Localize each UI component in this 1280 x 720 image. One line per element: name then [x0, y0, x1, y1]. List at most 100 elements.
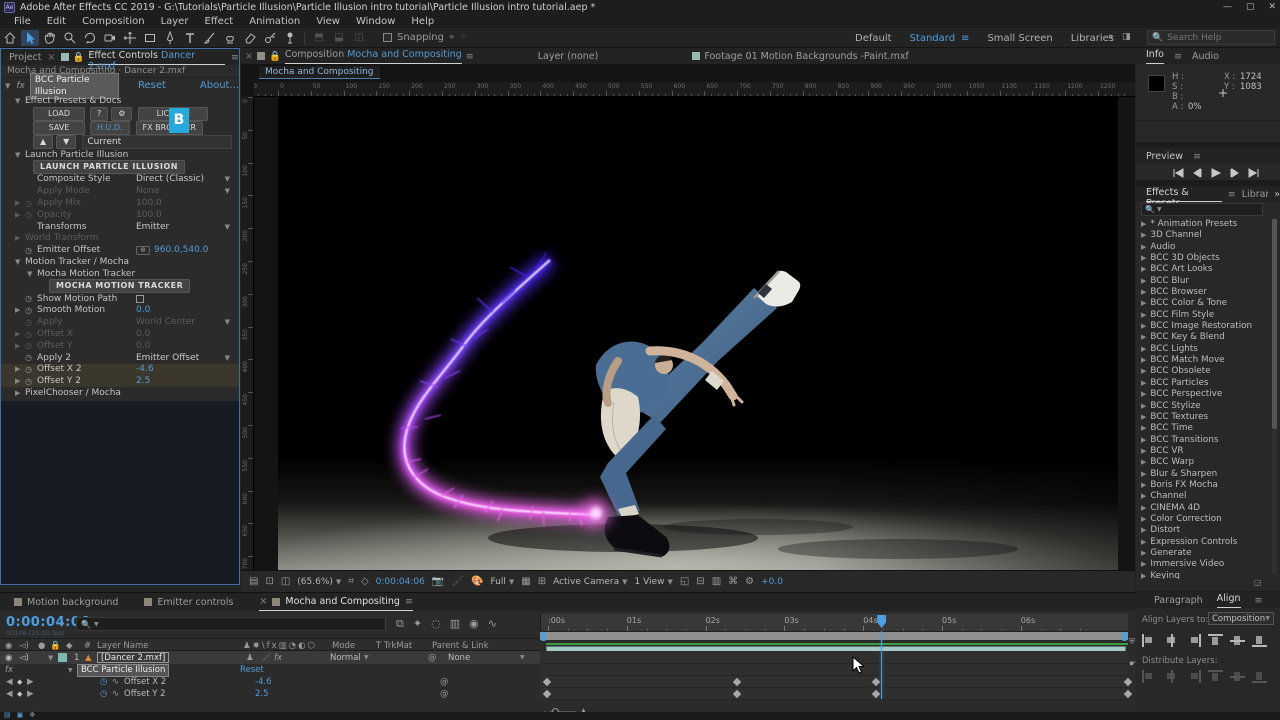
snap-options-icon[interactable]: ⌖ — [449, 32, 455, 43]
group-world-transform[interactable]: ▶World Transform — [1, 233, 239, 245]
action-button-row[interactable]: LAUNCH PARTICLE ILLUSION — [1, 161, 239, 174]
menu-file[interactable]: File — [6, 16, 39, 27]
keyframe-track-y[interactable] — [540, 688, 1128, 700]
distribute-top-button[interactable] — [1208, 670, 1223, 683]
stopwatch-icon[interactable]: ◷ — [25, 377, 37, 386]
keyframe-diamond[interactable] — [872, 678, 880, 686]
timeline-tab-emitter-controls[interactable]: Emitter controls — [144, 593, 233, 611]
chevron-right-icon[interactable]: ▶ — [1141, 311, 1146, 319]
effects-category[interactable]: ▶BCC Obsolete — [1139, 366, 1263, 377]
param-offset-x-2[interactable]: ▶◷Offset X 2-4.6 — [1, 364, 239, 376]
chevron-right-icon[interactable]: ▶ — [1141, 265, 1146, 273]
chevron-right-icon[interactable]: ▶ — [1141, 470, 1146, 478]
chevron-down-icon[interactable]: ▼ — [225, 187, 230, 195]
menu-window[interactable]: Window — [348, 16, 403, 27]
chevron-right-icon[interactable]: ▶ — [1141, 572, 1146, 579]
effects-category[interactable]: ▶Boris FX Mocha — [1139, 480, 1263, 491]
dropdown-value[interactable]: None — [136, 186, 159, 196]
param-smooth-motion[interactable]: ▶◷Smooth Motion0.0 — [1, 305, 239, 317]
effects-category[interactable]: ▶BCC Transitions — [1139, 435, 1263, 446]
add-keyframe-icon[interactable]: ◆ — [17, 690, 22, 698]
dropdown-value[interactable]: Direct (Classic) — [136, 174, 204, 184]
action-button-row[interactable]: MOCHA MOTION TRACKER — [1, 280, 239, 293]
timeline-effect-name[interactable]: BCC Particle Illusion — [78, 665, 168, 676]
viewer-timecode[interactable]: 0:00:04:06 — [376, 577, 425, 587]
chevron-right-icon[interactable]: ▶ — [1141, 504, 1146, 512]
effects-category[interactable]: ▶BCC Key & Blend — [1139, 332, 1263, 343]
stopwatch-icon[interactable]: ◷ — [25, 246, 37, 255]
distribute-ch-button[interactable] — [1164, 670, 1179, 683]
effects-scrollbar[interactable] — [1272, 219, 1277, 574]
menu-view[interactable]: View — [308, 16, 348, 27]
chevron-right-icon[interactable]: ▶ — [15, 389, 25, 397]
effects-category[interactable]: ▶CINEMA 4D — [1139, 503, 1263, 514]
tab-layer[interactable]: Layer (none) — [538, 51, 599, 62]
tab-composition[interactable]: Composition Mocha and Compositing — [285, 49, 462, 64]
numeric-value[interactable]: 0.0 — [136, 329, 150, 339]
graph-icon[interactable]: ∿ — [112, 677, 119, 687]
effects-category[interactable]: ▶BCC Color & Tone — [1139, 298, 1263, 309]
preset-buttons-row-2[interactable]: SAVEH.U.D.FX BROWSER — [1, 121, 239, 135]
brush-tool-icon[interactable] — [201, 30, 219, 46]
param-transforms[interactable]: TransformsEmitter▼ — [1, 221, 239, 233]
vertical-ruler[interactable]: 0501001502002503003504004505005506006507… — [241, 97, 254, 570]
tab-libraries[interactable]: Libraries — [1242, 189, 1268, 200]
next-keyframe-icon[interactable]: ▶ — [27, 689, 34, 699]
about-button[interactable]: About... — [200, 80, 239, 91]
magnification-dropdown[interactable]: (65.6%)▼ — [297, 577, 341, 587]
chevron-right-icon[interactable]: ▶ — [1141, 538, 1146, 546]
current-preset-field[interactable]: Current — [82, 135, 232, 149]
chevron-right-icon[interactable]: ▶ — [1141, 481, 1146, 489]
chevron-right-icon[interactable]: ▶ — [15, 365, 25, 373]
workspace-default[interactable]: Default — [855, 33, 892, 44]
effect-row[interactable]: fx ▼ BCC Particle Illusion Reset — [0, 664, 540, 676]
play-button[interactable] — [1210, 168, 1222, 178]
close-icon[interactable]: ✕ — [1268, 2, 1276, 12]
chevron-right-icon[interactable]: ▶ — [15, 306, 25, 314]
tab-effects-presets[interactable]: Effects & Presets — [1146, 187, 1222, 202]
close-icon[interactable]: × — [42, 52, 62, 63]
effects-category[interactable]: ▶Blur & Sharpen — [1139, 469, 1263, 480]
chevron-right-icon[interactable]: ▶ — [1141, 413, 1146, 421]
orbit-tool-icon[interactable] — [81, 30, 99, 46]
pen-tool-icon[interactable] — [161, 30, 179, 46]
mocha-motion-tracker-button[interactable]: MOCHA MOTION TRACKER — [49, 279, 190, 293]
flowchart-icon[interactable]: ⌘ — [728, 576, 738, 587]
chevron-right-icon[interactable]: ▶ — [1141, 390, 1146, 398]
first-frame-button[interactable] — [1172, 168, 1184, 178]
layer-shy-icon[interactable]: ♟ — [246, 653, 254, 663]
panel-overflow-icon[interactable]: » — [1274, 189, 1280, 200]
effects-category[interactable]: ▶Channel — [1139, 491, 1263, 502]
tab-project[interactable]: Project — [1, 52, 42, 63]
layer-quality-icon[interactable]: ／ — [262, 652, 271, 664]
layer-color-chip[interactable] — [58, 653, 67, 662]
help-button[interactable]: ? — [90, 107, 108, 121]
checkbox[interactable] — [136, 295, 144, 303]
motion-blur-icon[interactable]: ◉ — [469, 617, 479, 631]
effects-category[interactable]: ▶BCC Lights — [1139, 344, 1263, 355]
distribute-bottom-button[interactable] — [1252, 670, 1267, 683]
group-pixelchooser-mocha[interactable]: ▶PixelChooser / Mocha — [1, 387, 239, 399]
chevron-right-icon[interactable]: ▶ — [1141, 356, 1146, 364]
effects-category[interactable]: ▶Keying — [1139, 571, 1263, 579]
effects-category[interactable]: ▶BCC Match Move — [1139, 355, 1263, 366]
pixel-aspect-icon[interactable]: ⊞ — [538, 576, 546, 587]
viewer-composition-subtab[interactable]: Mocha and Compositing — [259, 66, 380, 79]
numeric-value[interactable]: 100.0 — [136, 198, 162, 208]
chevron-right-icon[interactable]: ▶ — [1141, 424, 1146, 432]
menu-composition[interactable]: Composition — [74, 16, 152, 27]
layer-blend-mode[interactable]: Normal — [330, 653, 361, 663]
effects-category[interactable]: ▶BCC Browser — [1139, 287, 1263, 298]
keyframe-diamond[interactable] — [733, 678, 741, 686]
group-motion-tracker-mocha[interactable]: ▼Motion Tracker / Mocha — [1, 256, 239, 268]
chevron-right-icon[interactable]: ▶ — [15, 377, 25, 385]
timeline-effect-reset[interactable]: Reset — [240, 665, 264, 675]
stopwatch-icon[interactable]: ◷ — [25, 353, 37, 362]
effects-category[interactable]: ▶Expression Controls — [1139, 537, 1263, 548]
chevron-right-icon[interactable]: ▶ — [1141, 322, 1146, 330]
chevron-down-icon[interactable]: ▼ — [225, 223, 230, 231]
menu-animation[interactable]: Animation — [241, 16, 308, 27]
effects-category[interactable]: ▶BCC Warp — [1139, 457, 1263, 468]
effects-category[interactable]: ▶3D Channel — [1139, 230, 1263, 241]
last-frame-button[interactable] — [1248, 168, 1260, 178]
